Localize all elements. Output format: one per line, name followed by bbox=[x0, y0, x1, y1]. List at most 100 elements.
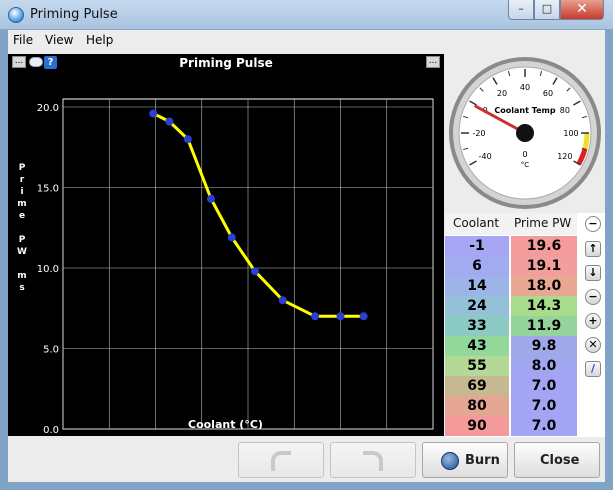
gauge-tick-label: 120 bbox=[557, 152, 572, 161]
table-row[interactable]: 14 18.0 bbox=[445, 276, 577, 297]
prime-pw-cell[interactable]: 19.1 bbox=[511, 256, 577, 277]
data-point bbox=[149, 109, 158, 118]
undo-button[interactable] bbox=[238, 442, 324, 478]
prime-pw-cell[interactable]: 7.0 bbox=[511, 416, 577, 437]
priming-pulse-chart[interactable]: -40-200204060801001200.05.010.015.020.0 bbox=[8, 54, 444, 436]
gauge-tick-label: -20 bbox=[472, 129, 485, 138]
prime-pw-cell[interactable]: 7.0 bbox=[511, 396, 577, 417]
y-axis-label: Prime PW ms bbox=[16, 162, 28, 294]
coolant-cell[interactable]: 55 bbox=[445, 356, 510, 377]
data-point bbox=[165, 117, 174, 126]
prime-pw-cell[interactable]: 19.6 bbox=[511, 236, 577, 257]
edit-pencil-button[interactable]: / bbox=[585, 361, 601, 377]
coolant-cell[interactable]: 33 bbox=[445, 316, 510, 337]
y-axis-label-char: i bbox=[20, 187, 24, 197]
data-point bbox=[311, 312, 320, 321]
x-tick-label: 120 bbox=[423, 435, 442, 436]
close-label: Close bbox=[540, 453, 580, 468]
data-point bbox=[183, 135, 192, 144]
data-point bbox=[250, 267, 259, 276]
coolant-cell[interactable]: 24 bbox=[445, 296, 510, 317]
redo-icon bbox=[363, 451, 383, 471]
y-tick-label: 0.0 bbox=[43, 425, 59, 436]
burn-label: Burn bbox=[465, 453, 500, 468]
menu-view[interactable]: View bbox=[45, 33, 73, 47]
undo-icon bbox=[271, 451, 291, 471]
menu-help[interactable]: Help bbox=[86, 33, 113, 47]
button-bar: Burn Close bbox=[8, 437, 605, 482]
x-tick-label: 100 bbox=[377, 435, 396, 436]
coolant-cell[interactable]: 69 bbox=[445, 376, 510, 397]
move-up-button[interactable]: ↑ bbox=[585, 241, 601, 257]
coolant-cell[interactable]: 43 bbox=[445, 336, 510, 357]
y-axis-label-char: m bbox=[17, 271, 27, 281]
gauge-warn-band bbox=[582, 132, 590, 150]
window-client: File View Help -40-200204060801001200.05… bbox=[8, 30, 605, 482]
gauge-tick-label: 40 bbox=[520, 83, 530, 92]
x-tick-label: 60 bbox=[288, 435, 301, 436]
collapse-icon[interactable]: − bbox=[585, 216, 601, 232]
gauge-tick-label: 100 bbox=[563, 129, 578, 138]
redo-button[interactable] bbox=[330, 442, 416, 478]
close-window-button[interactable]: ✕ bbox=[560, 0, 604, 20]
coolant-cell[interactable]: 6 bbox=[445, 256, 510, 277]
add-row-button[interactable]: + bbox=[585, 313, 601, 329]
move-down-button[interactable]: ↓ bbox=[585, 265, 601, 281]
close-button[interactable]: Close bbox=[514, 442, 600, 478]
table-row[interactable]: 80 7.0 bbox=[445, 396, 577, 417]
x-tick-label: -20 bbox=[101, 435, 117, 436]
table-row[interactable]: 43 9.8 bbox=[445, 336, 577, 357]
window-title: Priming Pulse bbox=[30, 7, 118, 22]
prime-pw-cell[interactable]: 7.0 bbox=[511, 376, 577, 397]
y-axis-label-char: s bbox=[19, 283, 25, 293]
y-tick-label: 5.0 bbox=[43, 345, 59, 356]
y-axis-label-char: e bbox=[18, 211, 26, 221]
gauge-title: Coolant Temp bbox=[494, 106, 555, 115]
table-row[interactable]: 24 14.3 bbox=[445, 296, 577, 317]
table-row[interactable]: 6 19.1 bbox=[445, 256, 577, 277]
coolant-cell[interactable]: 14 bbox=[445, 276, 510, 297]
prime-pw-cell[interactable]: 11.9 bbox=[511, 316, 577, 337]
prime-pw-cell[interactable]: 14.3 bbox=[511, 296, 577, 317]
menu-file[interactable]: File bbox=[13, 33, 33, 47]
x-tick-label: 40 bbox=[242, 435, 255, 436]
y-axis-label-char: m bbox=[17, 199, 27, 209]
y-tick-label: 15.0 bbox=[37, 184, 59, 195]
x-tick-label: 80 bbox=[334, 435, 347, 436]
coolant-cell[interactable]: 90 bbox=[445, 416, 510, 437]
gauge-tick-label: 60 bbox=[543, 89, 553, 98]
delete-row-button[interactable]: ✕ bbox=[585, 337, 601, 353]
table-row[interactable]: 90 7.0 bbox=[445, 416, 577, 437]
menu-bar: File View Help bbox=[8, 30, 605, 52]
remove-row-button[interactable]: − bbox=[585, 289, 601, 305]
burn-icon bbox=[441, 452, 459, 470]
gauge-value: 0 bbox=[522, 150, 527, 159]
table-row[interactable]: 69 7.0 bbox=[445, 376, 577, 397]
prime-pw-cell[interactable]: 8.0 bbox=[511, 356, 577, 377]
prime-pw-cell[interactable]: 9.8 bbox=[511, 336, 577, 357]
maximize-button[interactable]: □ bbox=[534, 0, 560, 20]
coolant-cell[interactable]: -1 bbox=[445, 236, 510, 257]
y-axis-label-char: P bbox=[18, 163, 26, 173]
y-axis-label-gap bbox=[16, 258, 28, 270]
prime-pw-cell[interactable]: 18.0 bbox=[511, 276, 577, 297]
table-row[interactable]: -1 19.6 bbox=[445, 236, 577, 257]
chart-title: Priming Pulse bbox=[179, 56, 273, 70]
column-header-prime-pw: Prime PW bbox=[514, 216, 572, 230]
data-point bbox=[336, 312, 345, 321]
minimize-button[interactable]: – bbox=[508, 0, 534, 20]
data-point bbox=[359, 312, 368, 321]
column-header-coolant: Coolant bbox=[453, 216, 500, 230]
y-axis-label-gap bbox=[16, 222, 28, 234]
coolant-temp-gauge: -40-20020406080100120Coolant Temp0°C bbox=[449, 57, 601, 209]
coolant-cell[interactable]: 80 bbox=[445, 396, 510, 417]
burn-button[interactable]: Burn bbox=[422, 442, 508, 478]
data-point bbox=[227, 233, 236, 242]
y-axis-label-char: W bbox=[17, 247, 27, 257]
y-tick-label: 20.0 bbox=[37, 103, 59, 114]
series-line bbox=[152, 112, 364, 318]
x-tick-label: 0 bbox=[152, 435, 158, 436]
table-row[interactable]: 33 11.9 bbox=[445, 316, 577, 337]
table-row[interactable]: 55 8.0 bbox=[445, 356, 577, 377]
app-icon bbox=[8, 7, 24, 23]
